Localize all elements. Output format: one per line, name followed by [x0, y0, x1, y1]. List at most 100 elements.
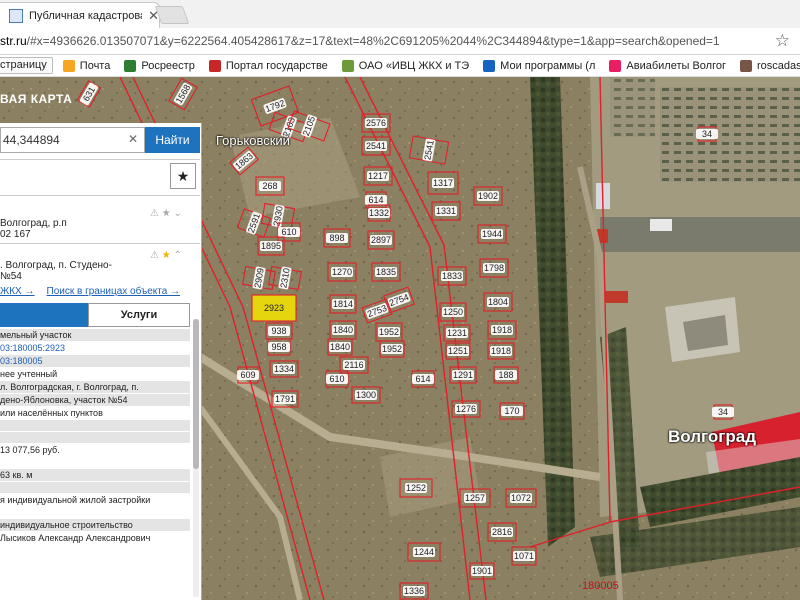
chevron-up-icon[interactable]: ⌃ — [174, 250, 182, 261]
warning-icon[interactable]: ⚠ — [150, 208, 159, 219]
selected-parcel[interactable]: 2923 — [251, 294, 297, 322]
parcel-number: 1902 — [478, 191, 498, 201]
search-result-1[interactable]: Волгоград, р.п 02 167 — [0, 218, 67, 240]
parcel-number: 2116 — [344, 360, 363, 370]
roscadastre-icon — [739, 59, 752, 72]
chevron-down-icon[interactable]: ⌄ — [174, 208, 182, 219]
parcel-number: 609 — [240, 370, 255, 380]
bookmark-item[interactable]: Портал государстве — [208, 59, 328, 72]
parcel-number: 188 — [498, 370, 513, 380]
parcel-number: 1804 — [488, 297, 508, 307]
panel-scrollbar[interactable] — [193, 319, 199, 597]
property-row: Лысиков Александр Александрович — [0, 532, 190, 545]
property-row: 63 кв. м — [0, 469, 190, 482]
flag-icon — [208, 59, 221, 72]
parcel-number: 1332 — [369, 208, 389, 218]
property-row: л. Волгоградская, г. Волгоград, п. — [0, 381, 190, 394]
warning-icon[interactable]: ⚠ — [150, 250, 159, 261]
url-text[interactable]: str.ru/#x=4936626.013507071&y=6222564.40… — [0, 34, 720, 48]
parcel-number: 614 — [415, 374, 430, 384]
bookmark-item[interactable]: Авиабилеты Волгог — [609, 59, 726, 72]
parcel-number: 170 — [504, 406, 519, 416]
bookmark-item[interactable]: ОАО «ИВЦ ЖКХ и ТЭ — [341, 59, 469, 72]
tab-info[interactable] — [0, 303, 88, 327]
vehicle-park — [610, 77, 655, 137]
property-row: дено-Яблоновка, участок №54 — [0, 394, 190, 407]
parcel-number: 1952 — [382, 344, 402, 354]
parcel-number: 1944 — [482, 229, 502, 239]
parcel-number: 1901 — [472, 566, 492, 576]
result-2-actions[interactable]: ⚠ ★ ⌃ — [150, 250, 182, 261]
parcel-number: 1334 — [274, 364, 294, 374]
link-gkn[interactable]: ЖКХ → — [0, 286, 35, 297]
result-1-actions[interactable]: ⚠ ★ ⌄ — [150, 208, 182, 219]
parcel-number: 1250 — [443, 307, 463, 317]
bookmark-label: Авиабилеты Волгог — [626, 59, 726, 72]
parcel-number: 1331 — [436, 206, 456, 216]
parcel-number: 1291 — [453, 370, 473, 380]
address-bar[interactable]: str.ru/#x=4936626.013507071&y=6222564.40… — [0, 28, 800, 55]
bookmark-item[interactable]: страницу — [0, 57, 53, 74]
property-row — [0, 432, 190, 444]
property-row: я индивидуальной жилой застройки — [0, 494, 190, 507]
building — [650, 219, 672, 231]
block-number-label: 180005 — [582, 580, 619, 592]
search-button[interactable]: Найти — [145, 127, 200, 153]
parcel-number: 1276 — [456, 404, 476, 414]
parcel-number: 1918 — [492, 325, 512, 335]
place-label-gorkovsky: Горьковский — [216, 133, 290, 148]
parcel-number: 2816 — [492, 527, 512, 537]
url-host: str.ru — [0, 34, 27, 48]
scrollbar-thumb[interactable] — [193, 319, 199, 469]
divider — [0, 195, 200, 196]
browser-tab[interactable]: Публичная кадастровая карта ✕ — [0, 2, 160, 28]
favorite-star-icon[interactable]: ★ — [170, 163, 196, 189]
new-tab-button[interactable] — [154, 6, 190, 24]
avia-icon — [609, 59, 622, 72]
property-row[interactable]: 03:180005:2923 — [0, 342, 190, 355]
parcel-number: 1217 — [368, 171, 388, 181]
parcel-number: 1257 — [465, 493, 485, 503]
property-row: индивидуальное строительство — [0, 519, 190, 532]
property-row — [0, 457, 190, 469]
parcel-number: 1840 — [333, 325, 353, 335]
property-row: или населённых пунктов — [0, 407, 190, 420]
link-search-in-bounds[interactable]: Поиск в границах объекта → — [47, 286, 181, 297]
parcel-number: 1336 — [404, 586, 424, 596]
bookmark-item[interactable]: Росреестр — [124, 59, 195, 72]
parcel-number: 1072 — [511, 493, 531, 503]
parcel-number: 2541 — [366, 141, 386, 151]
parcel-number: 1244 — [414, 547, 434, 557]
property-row[interactable]: 03:180005 — [0, 355, 190, 368]
rosreestr-icon — [124, 59, 137, 72]
property-row — [0, 507, 190, 519]
coordinates-search-input[interactable] — [0, 127, 145, 153]
parcel[interactable]: 34 — [712, 404, 734, 420]
bookmark-star-icon[interactable]: ☆ — [775, 31, 790, 51]
parcel-number: 1317 — [433, 178, 453, 188]
search-result-2[interactable]: . Волгоград, п. Студено- №54 — [0, 260, 112, 282]
bookmark-label: страницу — [0, 59, 47, 71]
star-filled-icon[interactable]: ★ — [162, 250, 171, 261]
parcel-number: 1952 — [379, 327, 399, 337]
property-row — [0, 420, 190, 432]
bookmark-item[interactable]: Почта — [62, 59, 110, 72]
parcel-number: 1840 — [330, 342, 350, 352]
tab-services[interactable]: Услуги — [88, 303, 190, 327]
parcel[interactable]: 34 — [696, 126, 718, 142]
info-panel: ✕ Найти ★ Волгоград, р.п 02 167 ⚠ ★ ⌄ . … — [0, 123, 202, 600]
place-label-volgograd: Волгоград — [668, 427, 756, 446]
parcel-number: 1798 — [484, 263, 504, 273]
parcel-number: 1252 — [406, 483, 426, 493]
industrial-yard — [600, 217, 800, 252]
mail-icon — [62, 59, 75, 72]
star-outline-icon[interactable]: ★ — [162, 208, 171, 219]
bookmark-item[interactable]: roscadastre.ru — [739, 59, 800, 72]
bookmark-label: roscadastre.ru — [756, 59, 800, 72]
clear-search-icon[interactable]: ✕ — [128, 132, 138, 146]
tab-title: Публичная кадастровая карта — [29, 9, 142, 22]
bookmarks-bar: страницу Почта Росреестр Портал государстве… — [0, 55, 800, 77]
parcel-number: 2923 — [264, 303, 284, 313]
parcel-number: 1918 — [491, 346, 511, 356]
bookmark-item[interactable]: Мои программы (л — [483, 59, 595, 72]
